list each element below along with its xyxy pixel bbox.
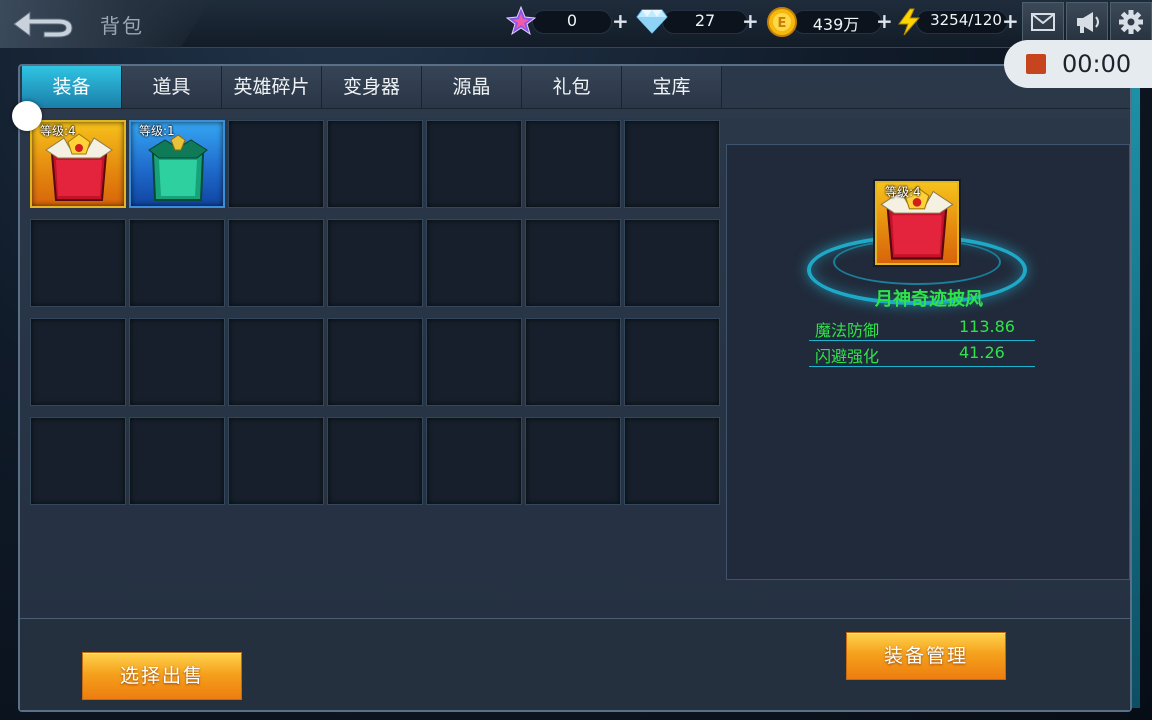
gold-resource: E 439万 + [766, 7, 893, 37]
star-value: 0 [566, 11, 578, 30]
top-bar: 背包 0 + 27 + E 439万 + 3254/120 + [0, 0, 1152, 48]
lightning-icon [898, 8, 921, 36]
inventory-slot-empty[interactable] [327, 318, 423, 406]
stat-value: 41.26 [959, 343, 1005, 362]
inventory-slot-empty[interactable] [525, 318, 621, 406]
gold-coin-icon: E [767, 7, 797, 37]
equipment-manage-button[interactable]: 装备管理 [846, 632, 1006, 680]
red-cape-icon [45, 133, 113, 201]
screen-record-widget[interactable]: 00:00 [1004, 40, 1152, 88]
tab-items[interactable]: 道具 [122, 66, 222, 108]
inventory-slot-empty[interactable] [129, 318, 225, 406]
back-arrow-icon [13, 11, 73, 38]
stat-row: 魔法防御 113.86 [809, 315, 1035, 341]
record-timer: 00:00 [1062, 50, 1132, 78]
settings-button[interactable] [1110, 2, 1152, 42]
inventory-slot-empty[interactable] [525, 120, 621, 208]
inventory-slot-empty[interactable] [624, 417, 720, 505]
inventory-slot-empty[interactable] [327, 219, 423, 307]
panel-frame-glow [1132, 88, 1140, 708]
mail-icon [1031, 13, 1055, 31]
add-energy-button[interactable]: + [1002, 9, 1019, 33]
item-name: 月神奇迹披风 [875, 289, 983, 310]
inventory-slot-item[interactable]: 等级:1 [129, 120, 225, 208]
inventory-slot-item[interactable]: 等级:4 [30, 120, 126, 208]
stat-value: 113.86 [959, 317, 1015, 336]
detail-item-icon: 等级:4 [875, 181, 959, 265]
inventory-slot-empty[interactable] [228, 120, 324, 208]
add-star-button[interactable]: + [612, 9, 629, 33]
inventory-slot-empty[interactable] [30, 219, 126, 307]
inventory-slot-empty[interactable] [426, 417, 522, 505]
inventory-slot-empty[interactable] [426, 120, 522, 208]
tab-treasury[interactable]: 宝库 [622, 66, 722, 108]
inventory-slot-empty[interactable] [129, 417, 225, 505]
inventory-slot-empty[interactable] [129, 219, 225, 307]
diamond-value: 27 [694, 11, 716, 30]
mail-button[interactable] [1022, 2, 1064, 42]
item-level-label: 等级:1 [139, 124, 175, 138]
announcement-button[interactable] [1066, 2, 1108, 42]
page-title: 背包 [100, 14, 144, 38]
diamond-resource: 27 + [636, 8, 762, 36]
stat-label: 闪避强化 [815, 347, 880, 366]
megaphone-icon [1077, 12, 1099, 33]
inventory-slot-empty[interactable] [624, 318, 720, 406]
gold-value: 439万 [812, 15, 860, 34]
tab-underline [22, 108, 1130, 118]
add-gold-button[interactable]: + [876, 9, 893, 33]
energy-resource: 3254/120 + [896, 8, 1022, 36]
green-cape-icon [148, 134, 208, 201]
inventory-slot-empty[interactable] [426, 318, 522, 406]
tab-hero-fragments[interactable]: 英雄碎片 [222, 66, 322, 108]
inventory-slot-empty[interactable] [30, 318, 126, 406]
inventory-slot-empty[interactable] [426, 219, 522, 307]
inventory-slot-empty[interactable] [327, 417, 423, 505]
tab-source-crystal[interactable]: 源晶 [422, 66, 522, 108]
tab-gift-pack[interactable]: 礼包 [522, 66, 622, 108]
inventory-slot-empty[interactable] [525, 219, 621, 307]
inventory-slot-empty[interactable] [228, 318, 324, 406]
stat-row: 闪避强化 41.26 [809, 341, 1035, 367]
energy-value: 3254/120 [930, 11, 1002, 29]
inventory-slot-empty[interactable] [525, 417, 621, 505]
add-diamond-button[interactable]: + [742, 9, 759, 33]
select-sell-button[interactable]: 选择出售 [82, 652, 242, 700]
item-level-label: 等级:4 [40, 124, 76, 138]
item-detail-panel: 等级:4 月神奇迹披风 魔法防御 113.86 闪避强化 41.26 [726, 144, 1130, 580]
stop-record-icon[interactable] [1026, 54, 1046, 74]
inventory-slot-empty[interactable] [30, 417, 126, 505]
inventory-slot-empty[interactable] [228, 417, 324, 505]
touch-indicator [12, 101, 42, 131]
gear-icon [1119, 10, 1143, 34]
inventory-slot-empty[interactable] [624, 120, 720, 208]
inventory-slot-empty[interactable] [624, 219, 720, 307]
tab-transformer[interactable]: 变身器 [322, 66, 422, 108]
inventory-slot-empty[interactable] [228, 219, 324, 307]
star-resource: 0 + [506, 6, 629, 36]
detail-level-label: 等级:4 [885, 185, 921, 199]
svg-text:E: E [778, 16, 787, 31]
tab-equipment[interactable]: 装备 [22, 66, 122, 108]
stat-label: 魔法防御 [815, 321, 880, 340]
inventory-slot-empty[interactable] [327, 120, 423, 208]
